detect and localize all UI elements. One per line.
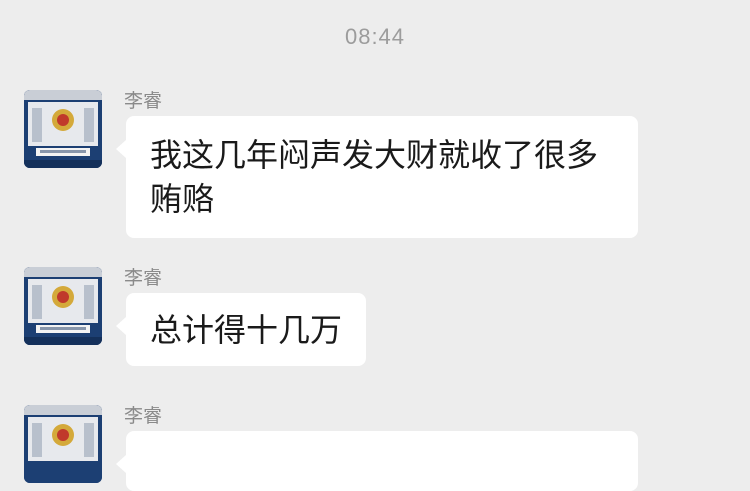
sender-name: 李睿: [124, 405, 163, 427]
chat-timestamp: 08:44: [344, 24, 406, 49]
avatar[interactable]: [24, 90, 102, 168]
message-bubble[interactable]: [116, 431, 638, 491]
avatar[interactable]: [24, 405, 102, 483]
message-bubble[interactable]: 我这几年闷声发大财就收了很多贿赂: [116, 116, 638, 238]
building-emblem-icon: [24, 405, 102, 483]
sender-name: 李睿: [124, 267, 163, 289]
message-bubble[interactable]: 总计得十几万: [115, 293, 367, 366]
avatar[interactable]: [24, 267, 102, 345]
chat-window: 08:44 李睿 我这几年闷声发大财就收了很多贿赂 李睿 总计得十几万 李睿: [0, 0, 750, 491]
building-emblem-icon: [24, 267, 102, 345]
building-emblem-icon: [24, 90, 102, 168]
sender-name: 李睿: [124, 90, 163, 112]
